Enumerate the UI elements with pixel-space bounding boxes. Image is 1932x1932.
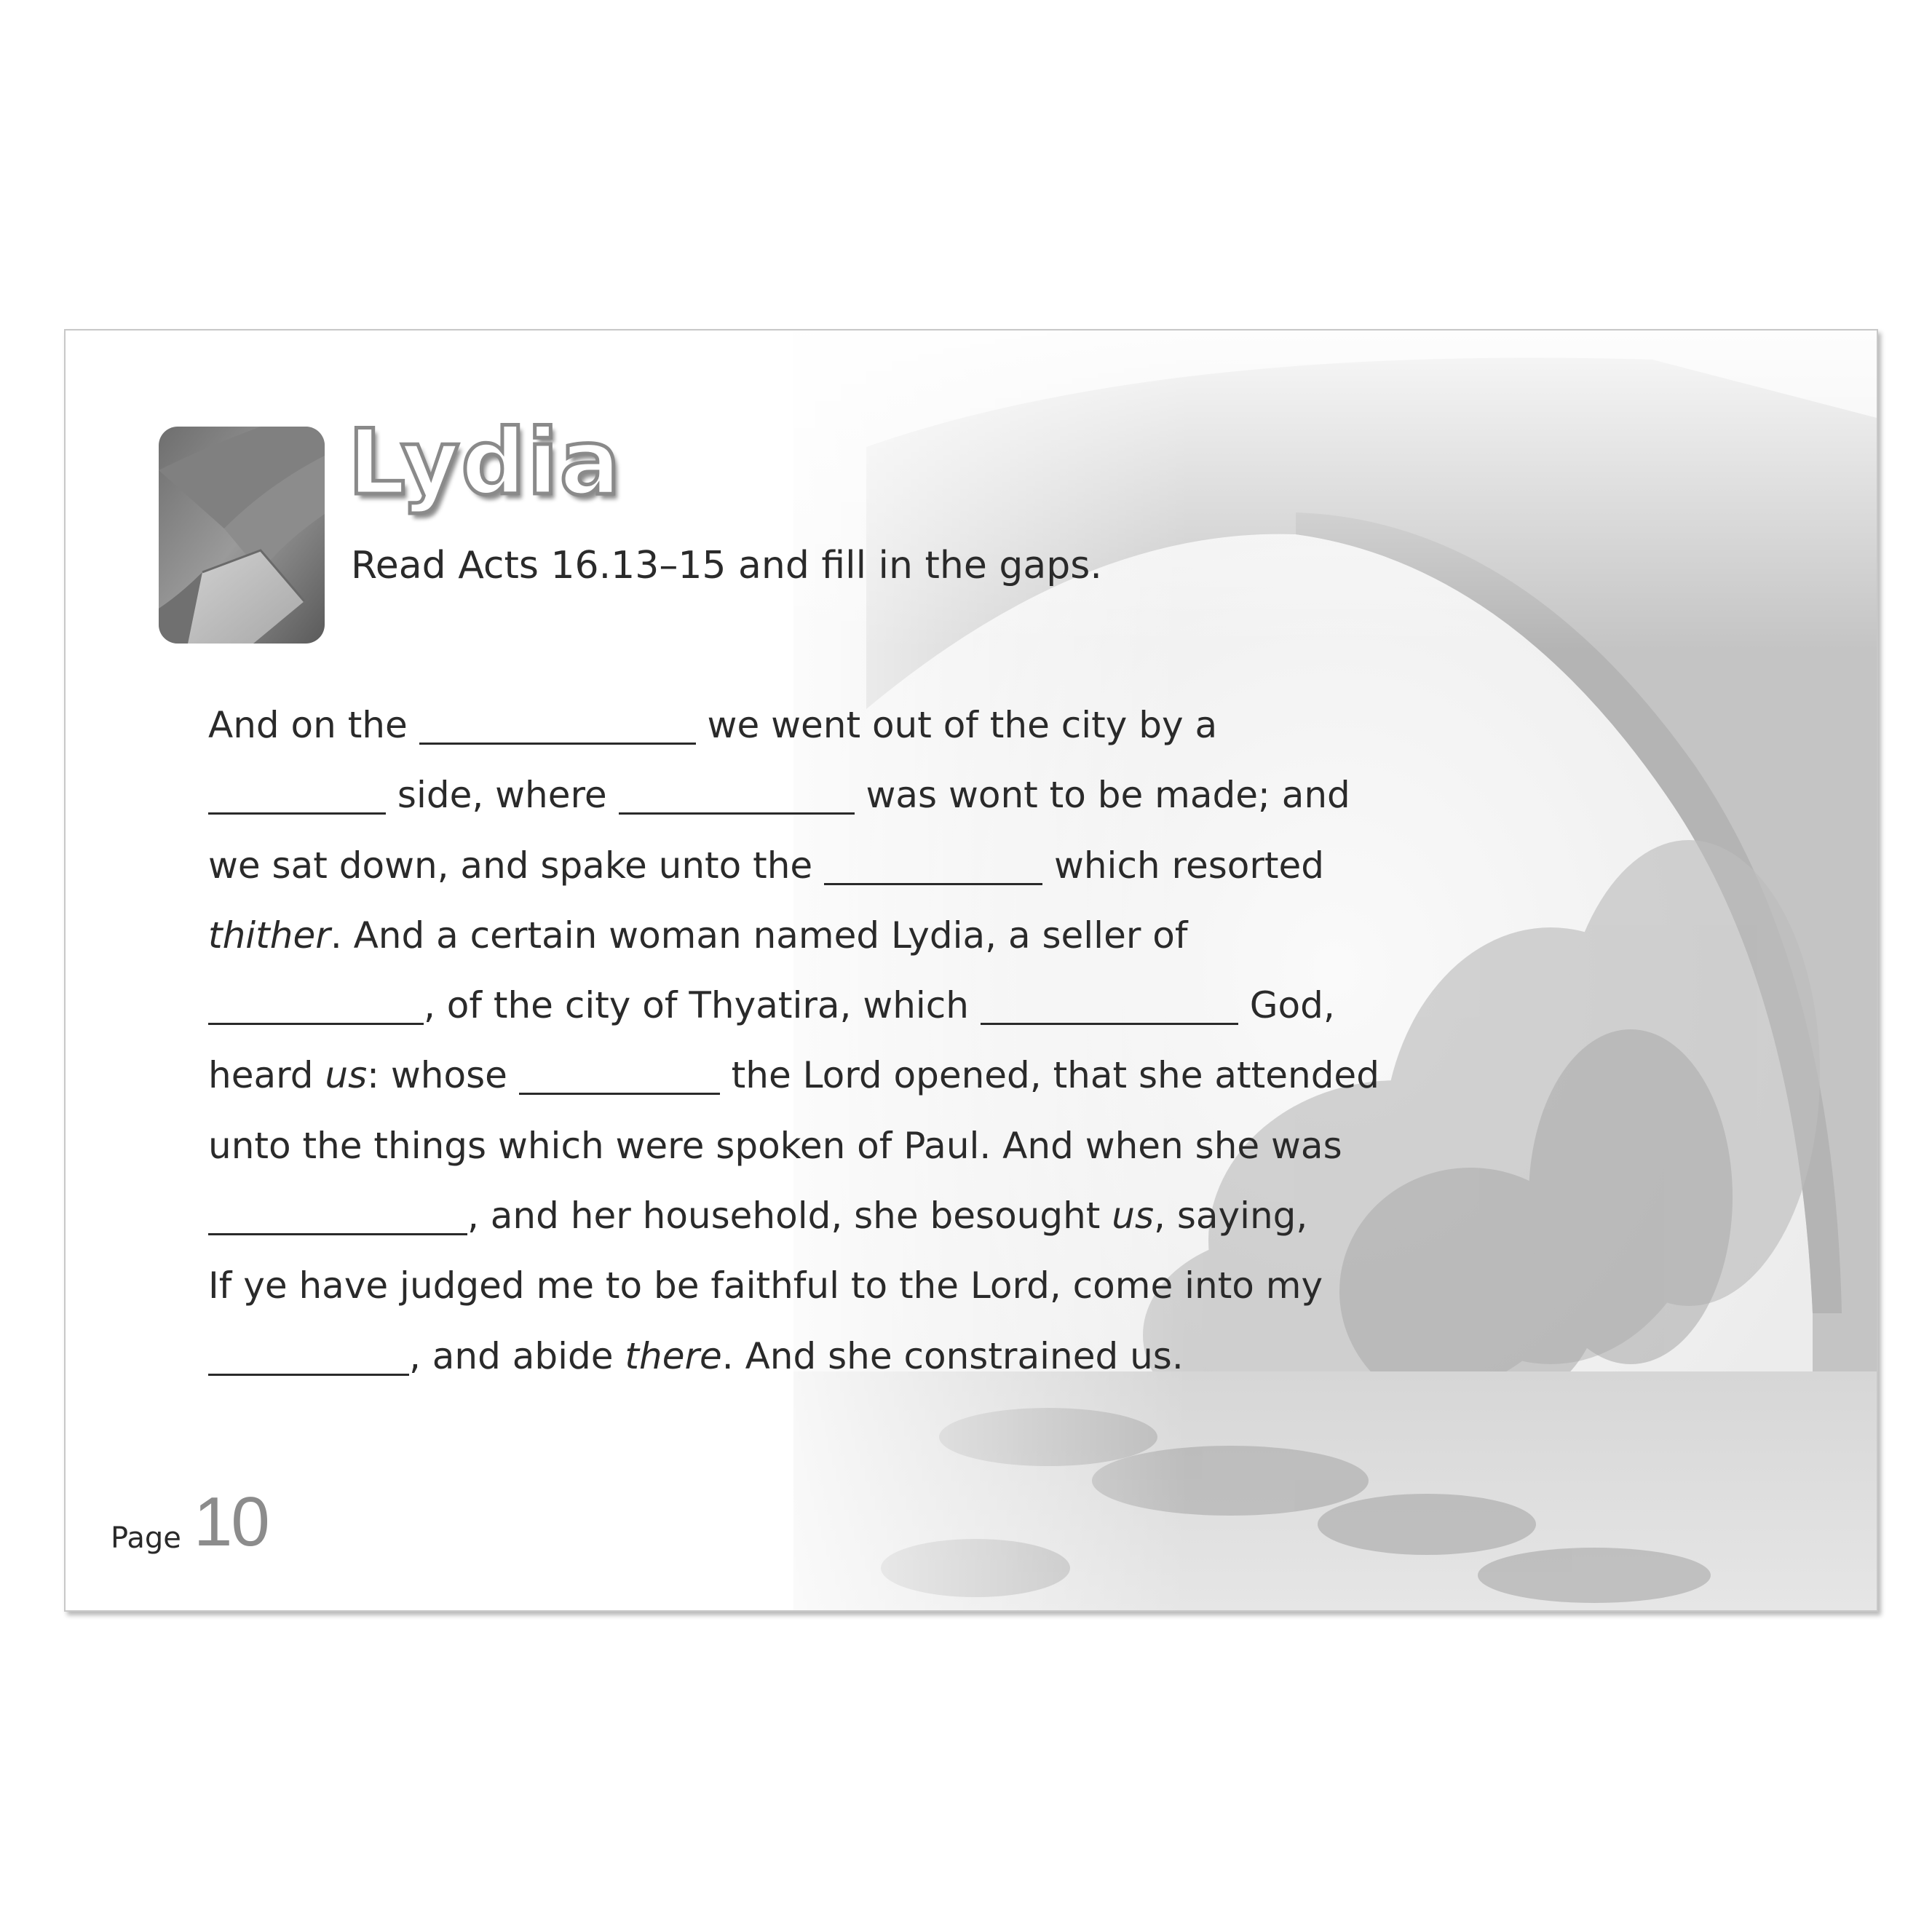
page-number: 10: [194, 1483, 270, 1561]
passage-text: , and abide: [409, 1334, 625, 1377]
passage-line-4: thither. And a certain woman named Lydia…: [208, 900, 1402, 970]
passage-text: , of the city of Thyatira, which: [424, 984, 981, 1027]
passage-text: , saying,: [1154, 1195, 1308, 1238]
passage-italic-text: us: [1112, 1195, 1155, 1238]
passage-text: . And a certain woman named Lydia, a sel…: [330, 914, 1188, 957]
passage-line-9: If ye have judged me to be faithful to t…: [208, 1251, 1402, 1321]
passage-italic-text: us: [325, 1054, 368, 1097]
answer-blank-8[interactable]: [208, 1188, 467, 1236]
passage-line-10: , and abide there. And she constrained u…: [208, 1321, 1402, 1391]
passage-text: If ye have judged me to be faithful to t…: [208, 1264, 1323, 1307]
folded-fabric-icon: [159, 427, 325, 644]
passage-line-6: heard us: whose the Lord opened, that sh…: [208, 1040, 1402, 1110]
passage-text: unto the things which were spoken of Pau…: [208, 1124, 1342, 1167]
passage-line-2: side, where was wont to be made; and: [208, 760, 1402, 830]
page-title: Lydia: [346, 411, 622, 515]
passage-line-3: we sat down, and spake unto the which re…: [208, 831, 1402, 900]
answer-blank-3[interactable]: [618, 767, 855, 815]
passage-text: side, where: [386, 774, 619, 817]
passage-text: God,: [1238, 984, 1335, 1027]
passage-text: was wont to be made; and: [854, 774, 1350, 817]
passage-text: which resorted: [1042, 844, 1325, 887]
passage-line-1: And on the we went out of the city by a: [208, 690, 1402, 760]
answer-blank-2[interactable]: [208, 767, 386, 815]
passage-text: the Lord opened, that she attended: [719, 1054, 1379, 1097]
passage-text: And on the: [208, 704, 419, 746]
passage-text: : whose: [367, 1054, 519, 1097]
answer-blank-4[interactable]: [824, 838, 1043, 885]
passage-text: , and her household, she besought: [467, 1195, 1112, 1238]
page-label: Page: [111, 1521, 181, 1555]
answer-blank-6[interactable]: [980, 978, 1238, 1026]
worksheet-card: Lydia Read Acts 16.13–15 and fill in the…: [64, 329, 1878, 1612]
passage-text: we went out of the city by a: [695, 704, 1218, 746]
answer-blank-9[interactable]: [208, 1329, 409, 1376]
passage-italic-text: thither: [208, 914, 330, 957]
instruction-text: Read Acts 16.13–15 and fill in the gaps.: [351, 544, 1102, 587]
passage-italic-text: there: [625, 1334, 722, 1377]
passage-line-8: , and her household, she besought us, sa…: [208, 1181, 1402, 1251]
passage-line-7: unto the things which were spoken of Pau…: [208, 1111, 1402, 1181]
fill-in-passage: And on the we went out of the city by a …: [208, 690, 1402, 1391]
passage-text: we sat down, and spake unto the: [208, 844, 825, 887]
answer-blank-7[interactable]: [518, 1048, 720, 1096]
passage-line-5: , of the city of Thyatira, which God,: [208, 970, 1402, 1040]
answer-blank-1[interactable]: [419, 697, 696, 745]
passage-text: heard: [208, 1054, 325, 1097]
passage-text: . And she constrained us.: [721, 1334, 1184, 1377]
answer-blank-5[interactable]: [208, 978, 424, 1026]
